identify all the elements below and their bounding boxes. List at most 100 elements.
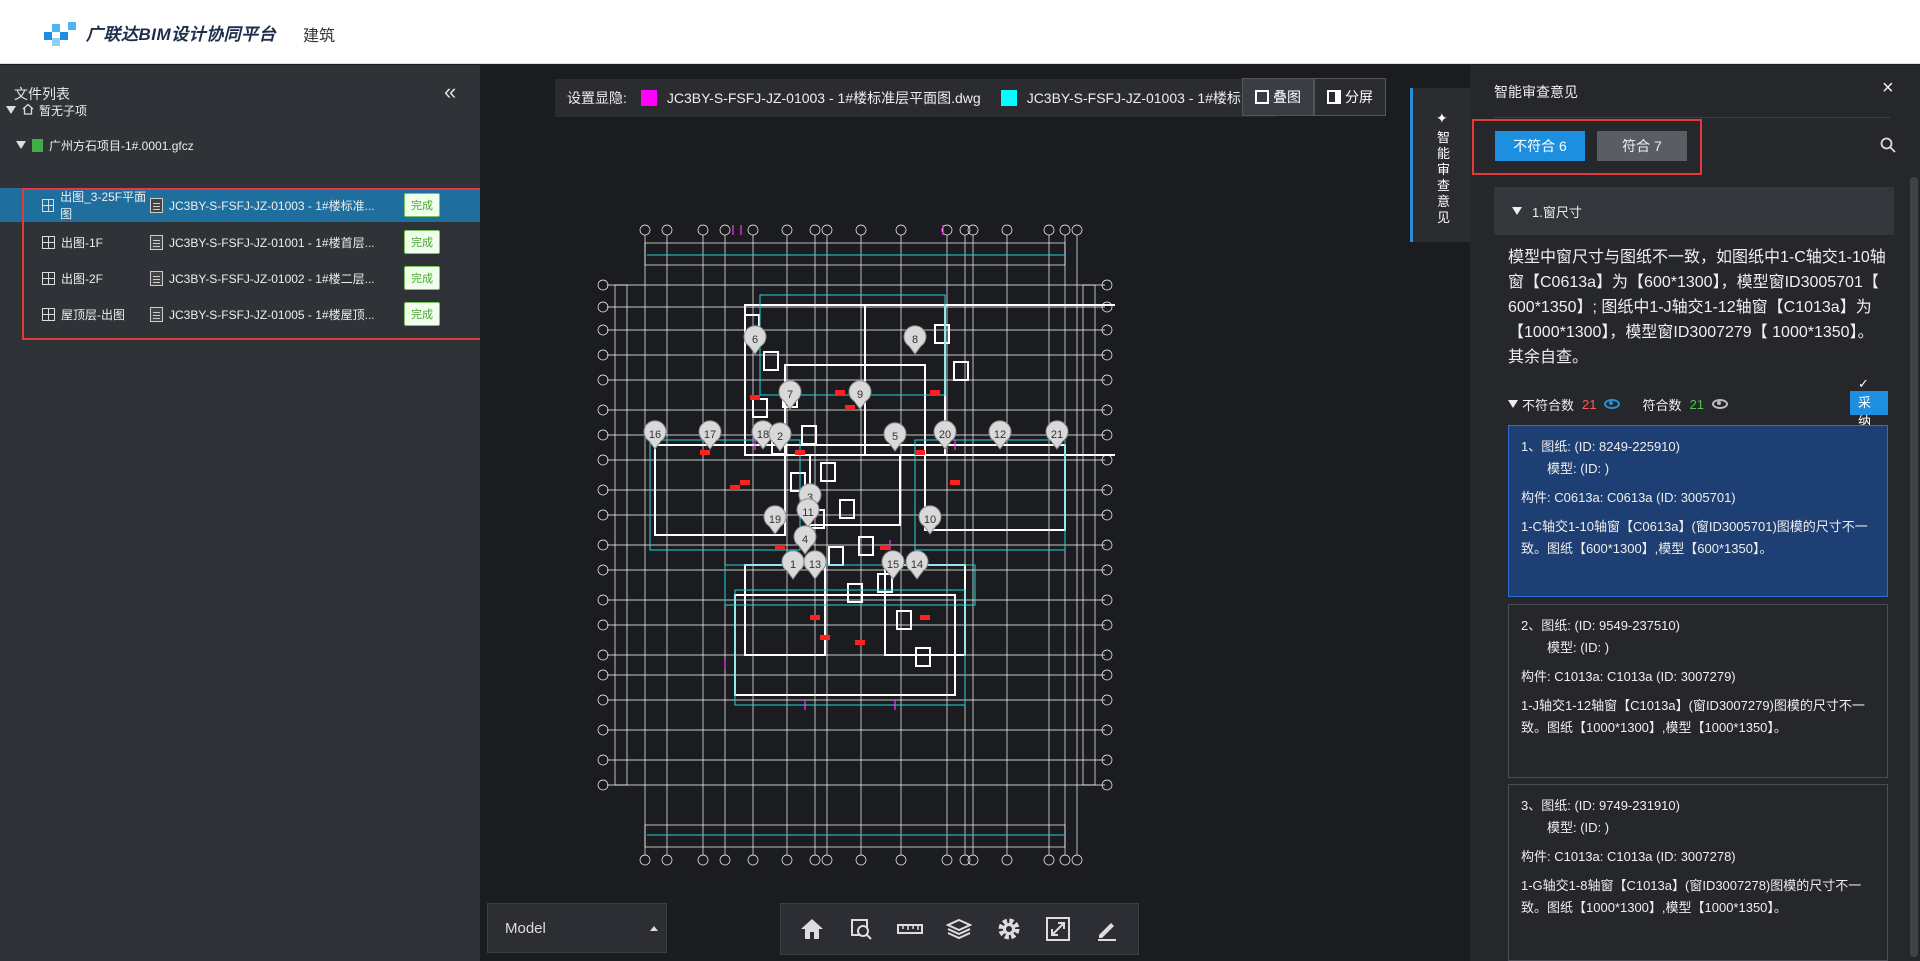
issue-marker-label: 21 (1051, 429, 1063, 441)
drawing-viewer[interactable]: 设置显隐: JC3BY-S-FSFJ-JZ-01003 - 1#楼标准层平面图.… (480, 65, 1470, 961)
layers-icon[interactable] (942, 912, 976, 946)
axis-bubble (967, 854, 979, 866)
caret-up-icon (650, 926, 658, 931)
issue-marker-label: 17 (704, 429, 716, 441)
axis-bubble (719, 224, 731, 236)
axis-bubble (809, 854, 821, 866)
tab-noncompliant[interactable]: 不符合 6 (1495, 131, 1585, 161)
tree-root-label: 暂无子项 (39, 103, 88, 118)
issue-marker: 5 (883, 422, 907, 452)
file-row[interactable]: 出图-2F JC3BY-S-FSFJ-JZ-01002 - 1#楼二层... 完… (22, 261, 472, 295)
axis-bubble (1071, 224, 1083, 236)
axis-bubble (941, 854, 953, 866)
issue-marker-label: 10 (924, 514, 936, 526)
legend-label: 设置显隐: (567, 90, 627, 106)
tab-compliant[interactable]: 符合 7 (1597, 131, 1687, 161)
annotate-icon[interactable] (1090, 912, 1124, 946)
issue-card[interactable]: 3、图纸: (ID: 9749-231910) 模型: (ID: ) 构件: C… (1508, 784, 1888, 961)
split-button[interactable]: 分屏 (1314, 78, 1386, 116)
adopt-button[interactable]: ✓采纳 (1850, 376, 1888, 429)
review-panel-title: 智能审查意见 (1494, 84, 1578, 100)
axis-bubble (597, 754, 609, 766)
issue-card[interactable]: 1、图纸: (ID: 8249-225910) 模型: (ID: ) 构件: C… (1508, 425, 1888, 597)
issue-marker-label: 16 (649, 429, 661, 441)
file-row-name: 出图-1F (61, 235, 104, 250)
issue-drawing-id: 2、图纸: (ID: 9549-237510) (1521, 618, 1680, 633)
file-row[interactable]: 屋顶层-出图 JC3BY-S-FSFJ-JZ-01005 - 1#楼屋顶... … (22, 297, 472, 331)
axis-bubble (1001, 854, 1013, 866)
axis-bubble (821, 224, 833, 236)
axis-bubble (597, 454, 609, 466)
axis-bubble (597, 301, 609, 313)
issue-marker-label: 2 (777, 431, 783, 443)
file-row-file: JC3BY-S-FSFJ-JZ-01005 - 1#楼屋顶... (169, 307, 375, 322)
zoom-window-icon[interactable] (844, 912, 878, 946)
dimension-band (644, 242, 1066, 266)
axis-bubble (1059, 224, 1071, 236)
axis-bubble (597, 324, 609, 336)
drawing-sheet-icon (42, 271, 55, 285)
file-row[interactable]: 出图-1F JC3BY-S-FSFJ-JZ-01001 - 1#楼首层... 完… (22, 225, 472, 259)
axis-bubble (597, 649, 609, 661)
axis-bubble (597, 509, 609, 521)
issue-marker-label: 12 (994, 429, 1006, 441)
room-block (847, 583, 863, 603)
axis-bubble (747, 854, 759, 866)
window-mismatch-mark (950, 480, 960, 485)
issue-marker-label: 20 (939, 429, 951, 441)
issue-drawing-id: 3、图纸: (ID: 9749-231910) (1521, 798, 1680, 813)
axis-bubble (597, 539, 609, 551)
axis-bubble (597, 779, 609, 791)
model-select[interactable]: Model (487, 903, 667, 953)
axis-bubble (895, 224, 907, 236)
axis-bubble (809, 224, 821, 236)
dimension-band (1082, 284, 1096, 786)
axis-bubble (1043, 854, 1055, 866)
tree-project[interactable]: 广州方石项目-1#.0001.gfcz (0, 130, 480, 160)
settings-icon[interactable] (992, 912, 1026, 946)
eye-icon[interactable] (1604, 399, 1621, 409)
issue-marker: 14 (905, 550, 929, 580)
brand-logo[interactable]: 广联达BIM设计协同平台 (42, 18, 276, 46)
caret-down-icon (6, 106, 16, 114)
scrollbar[interactable] (1910, 177, 1918, 957)
section-title: 1.窗尺寸 (1532, 204, 1582, 220)
issue-detail: 1-J轴交1-12轴窗【C1013a】(窗ID3007279)图模的尺寸不一致。… (1521, 698, 1865, 735)
file-row[interactable]: 出图_3-25F平面图 JC3BY-S-FSFJ-JZ-01003 - 1#楼标… (0, 188, 480, 222)
fullscreen-icon[interactable] (1041, 912, 1075, 946)
axis-bubble (597, 374, 609, 386)
compliant-count: 21 (1689, 396, 1704, 412)
tree-root[interactable]: 暂无子项 (0, 95, 480, 125)
file-row-file: JC3BY-S-FSFJ-JZ-01001 - 1#楼首层... (169, 235, 375, 250)
issue-marker: 19 (763, 505, 787, 535)
measure-icon[interactable] (893, 912, 927, 946)
file-list-sidebar: 文件列表 « 暂无子项 广州方石项目-1#.0001.gfcz 出图_3-25F… (0, 65, 487, 961)
axis-bubble (1059, 854, 1071, 866)
close-icon[interactable]: × (1882, 77, 1894, 100)
home-icon[interactable] (795, 912, 829, 946)
window-mismatch-mark (835, 390, 845, 395)
issue-card[interactable]: 2、图纸: (ID: 9549-237510) 模型: (ID: ) 构件: C… (1508, 604, 1888, 778)
axis-bubble (1043, 224, 1055, 236)
model-select-value: Model (505, 919, 546, 937)
nav-item-architecture[interactable]: 建筑 (303, 22, 335, 46)
floor-plan-drawing[interactable]: 6 87 916 17 18 2 5 20 12 2131119 1041 13 15 14 (595, 215, 1115, 875)
overlay-button[interactable]: 叠图 (1242, 78, 1314, 116)
issue-model-id: 模型: (ID: ) (1547, 461, 1610, 476)
dwg-file-icon (150, 306, 163, 322)
smart-review-tab[interactable]: ✦ 智能审查意见 (1410, 88, 1470, 242)
search-icon[interactable] (1880, 137, 1896, 153)
caret-down-icon[interactable] (1508, 400, 1518, 408)
axis-bubble (967, 224, 979, 236)
review-panel: 智能审查意见 × 不符合 6 符合 7 1.窗尺寸 模型中窗尺寸与图纸不一致，如… (1470, 65, 1920, 961)
legend-swatch[interactable] (1000, 90, 1017, 106)
issue-marker-label: 9 (857, 389, 863, 401)
room-block (820, 462, 836, 482)
eye-hidden-icon[interactable] (1711, 399, 1728, 409)
window-mismatch-mark (730, 485, 740, 490)
legend-swatch[interactable] (640, 90, 657, 106)
section-window-size[interactable]: 1.窗尺寸 (1494, 187, 1894, 235)
window-mismatch-mark (845, 405, 855, 410)
axis-bubble (697, 224, 709, 236)
noncompliant-count: 21 (1582, 396, 1597, 412)
